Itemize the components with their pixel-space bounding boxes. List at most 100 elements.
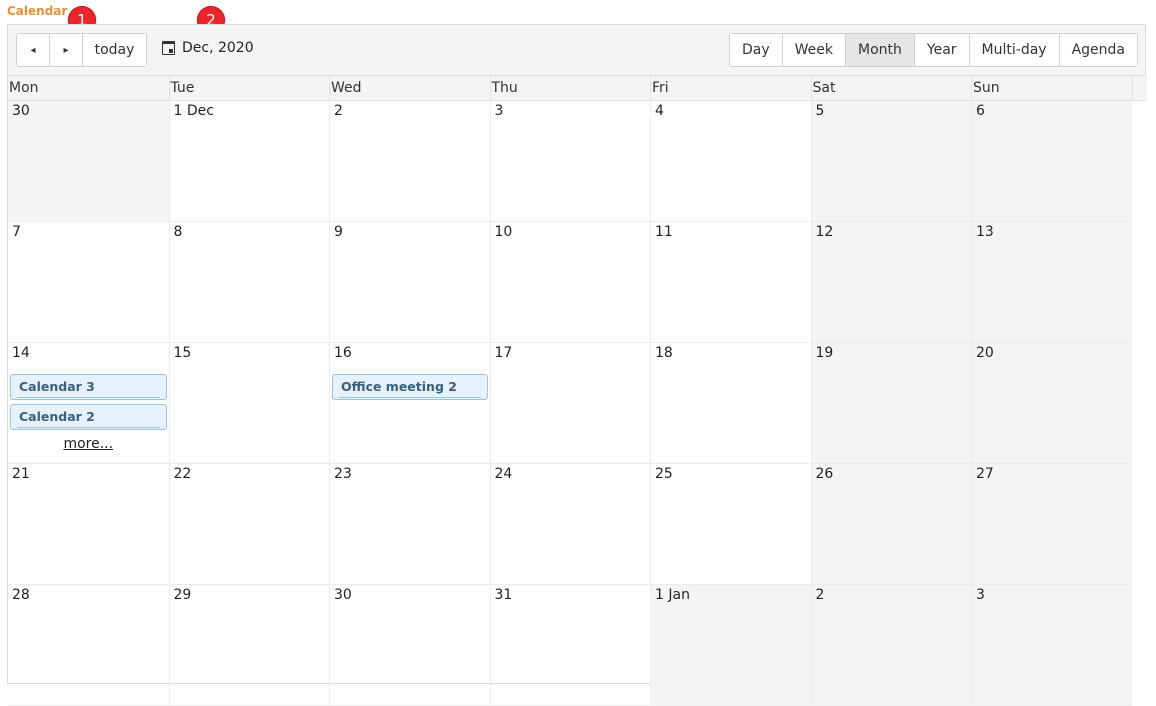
day-number[interactable]: 27 — [976, 466, 994, 482]
day-cell[interactable]: 12 — [810, 222, 971, 342]
day-cell[interactable]: 1 Dec — [168, 101, 330, 221]
day-cell[interactable]: 20 — [971, 343, 1132, 463]
day-number[interactable]: 1 Dec — [174, 103, 214, 119]
day-number[interactable]: 20 — [976, 345, 994, 361]
day-cell[interactable]: 23 — [329, 464, 490, 584]
day-number[interactable]: 25 — [655, 466, 673, 482]
day-number[interactable]: 14 — [12, 345, 30, 361]
prev-button[interactable]: ◂ — [17, 34, 50, 66]
calendar: ◂ ▸ today Dec, 2020 Day Week Month Year … — [7, 24, 1147, 706]
day-number[interactable]: 30 — [334, 587, 352, 603]
navigation-group: ◂ ▸ today — [16, 33, 147, 67]
day-number[interactable]: 29 — [174, 587, 192, 603]
day-number[interactable]: 22 — [174, 466, 192, 482]
day-number[interactable]: 26 — [816, 466, 834, 482]
day-cell[interactable]: 30 — [329, 585, 490, 705]
day-cell[interactable]: 30 — [8, 101, 169, 221]
day-cell[interactable]: 27 — [971, 464, 1132, 584]
next-button[interactable]: ▸ — [50, 34, 83, 66]
day-cell[interactable]: 9 — [329, 222, 490, 342]
triangle-left-icon: ◂ — [30, 44, 36, 56]
day-cell[interactable]: 28 — [8, 585, 169, 705]
day-cell[interactable]: 31 — [489, 585, 651, 705]
calendar-event[interactable]: Office meeting 2 — [332, 374, 488, 400]
day-cell[interactable]: 11 — [650, 222, 811, 342]
day-number[interactable]: 2 — [334, 103, 343, 119]
weekday-header-tue: Tue — [168, 76, 330, 100]
calendar-icon — [162, 41, 175, 55]
day-cell[interactable]: 6 — [971, 101, 1132, 221]
weekday-header-sat: Sat — [810, 76, 972, 100]
more-events-link[interactable]: more... — [8, 436, 169, 452]
day-cell[interactable]: 14 Calendar 3 Calendar 2 more... — [8, 343, 169, 463]
day-cell[interactable]: 8 — [168, 222, 330, 342]
day-cell[interactable]: 5 — [810, 101, 971, 221]
calendar-event[interactable]: Calendar 3 — [10, 374, 167, 400]
day-number[interactable]: 7 — [12, 224, 21, 240]
day-cell[interactable]: 29 — [168, 585, 330, 705]
day-cell[interactable]: 18 — [650, 343, 811, 463]
day-number[interactable]: 12 — [816, 224, 834, 240]
week-row: 30 1 Dec 2 3 4 5 6 — [8, 101, 1132, 222]
day-cell[interactable]: 19 — [810, 343, 971, 463]
view-agenda-button[interactable]: Agenda — [1059, 34, 1137, 66]
calendar-event[interactable]: Calendar 2 — [10, 404, 167, 430]
day-number[interactable]: 16 — [334, 345, 352, 361]
day-cell[interactable]: 25 — [650, 464, 811, 584]
day-number[interactable]: 1 Jan — [655, 587, 690, 603]
day-cell[interactable]: 24 — [489, 464, 651, 584]
day-cell[interactable]: 3 — [489, 101, 651, 221]
day-number[interactable]: 10 — [495, 224, 513, 240]
day-number[interactable]: 18 — [655, 345, 673, 361]
view-year-button[interactable]: Year — [914, 34, 970, 66]
day-number[interactable]: 9 — [334, 224, 343, 240]
day-cell[interactable]: 7 — [8, 222, 169, 342]
day-number[interactable]: 21 — [12, 466, 30, 482]
day-number[interactable]: 6 — [976, 103, 985, 119]
day-cell[interactable]: 21 — [8, 464, 169, 584]
day-number[interactable]: 28 — [12, 587, 30, 603]
view-multi-day-button[interactable]: Multi-day — [969, 34, 1060, 66]
view-month-button[interactable]: Month — [846, 34, 915, 66]
day-number[interactable]: 24 — [495, 466, 513, 482]
day-number[interactable]: 5 — [816, 103, 825, 119]
day-number[interactable]: 13 — [976, 224, 994, 240]
day-number[interactable]: 3 — [976, 587, 985, 603]
calendar-toolbar: ◂ ▸ today Dec, 2020 Day Week Month Year … — [8, 25, 1145, 76]
day-number[interactable]: 31 — [495, 587, 513, 603]
day-cell[interactable]: 13 — [971, 222, 1132, 342]
day-number[interactable]: 19 — [816, 345, 834, 361]
day-number[interactable]: 4 — [655, 103, 664, 119]
month-grid: 30 1 Dec 2 3 4 5 6 7 8 9 10 11 12 13 14 Calendar 3 Calen… — [8, 101, 1132, 706]
weekday-header-thu: Thu — [489, 76, 651, 100]
date-picker[interactable]: Dec, 2020 — [162, 40, 254, 56]
day-cell[interactable]: 16 Office meeting 2 — [329, 343, 490, 463]
day-number[interactable]: 8 — [174, 224, 183, 240]
triangle-right-icon: ▸ — [63, 44, 69, 56]
week-row: 21 22 23 24 25 26 27 — [8, 464, 1132, 585]
header-scroll-spacer — [1132, 76, 1147, 101]
today-button[interactable]: today — [83, 34, 146, 66]
day-number[interactable]: 30 — [12, 103, 30, 119]
day-number[interactable]: 17 — [495, 345, 513, 361]
day-cell[interactable]: 2 — [810, 585, 971, 705]
day-cell[interactable]: 10 — [489, 222, 651, 342]
weekday-header-wed: Wed — [329, 76, 490, 100]
day-cell[interactable]: 15 — [168, 343, 330, 463]
day-number[interactable]: 2 — [816, 587, 825, 603]
day-cell[interactable]: 22 — [168, 464, 330, 584]
day-number[interactable]: 23 — [334, 466, 352, 482]
day-cell[interactable]: 1 Jan — [650, 585, 811, 705]
weekday-header-sun: Sun — [971, 76, 1132, 100]
view-week-button[interactable]: Week — [782, 34, 847, 66]
day-cell[interactable]: 4 — [650, 101, 811, 221]
day-cell[interactable]: 3 — [971, 585, 1132, 705]
view-day-button[interactable]: Day — [730, 34, 783, 66]
day-cell[interactable]: 2 — [329, 101, 490, 221]
day-number[interactable]: 3 — [495, 103, 504, 119]
scrollbar-track[interactable] — [1132, 101, 1147, 691]
day-cell[interactable]: 26 — [810, 464, 971, 584]
day-number[interactable]: 11 — [655, 224, 673, 240]
day-cell[interactable]: 17 — [489, 343, 651, 463]
day-number[interactable]: 15 — [174, 345, 192, 361]
